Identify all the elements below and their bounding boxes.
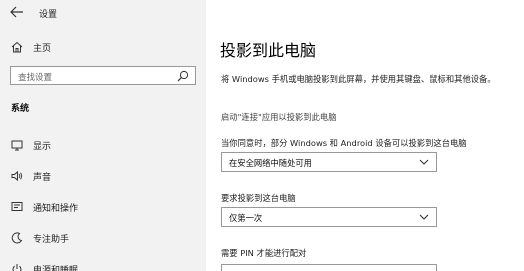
sound-icon xyxy=(11,170,23,182)
availability-dropdown[interactable]: 在安全网络中随处可用 xyxy=(221,152,437,172)
sidebar-item-notifications[interactable]: 通知和操作 xyxy=(0,196,206,218)
app-title: 设置 xyxy=(39,10,58,20)
ask-to-project-label: 要求投影到这台电脑 xyxy=(221,193,296,203)
nav-item-home-label: 主页 xyxy=(33,44,52,54)
sidebar-item-focus-assist[interactable]: 专注助手 xyxy=(0,227,206,249)
notification-icon xyxy=(11,202,23,211)
page-title: 投影到此电脑 xyxy=(220,41,317,60)
ask-to-project-value: 仅第一次 xyxy=(229,213,263,223)
sidebar-item-label: 显示 xyxy=(33,142,52,152)
page-description: 将 Windows 手机或电脑投影到此屏幕，并使用其键盘、鼠标和其他设备。 xyxy=(221,74,496,84)
chevron-down-icon xyxy=(419,214,429,220)
search-icon xyxy=(177,70,189,82)
require-pin-dropdown[interactable] xyxy=(221,264,437,271)
nav-item-home[interactable]: 主页 xyxy=(0,36,206,58)
launch-connect-text: 启动"连接"应用以投影到此电脑 xyxy=(221,112,337,122)
availability-value: 在安全网络中随处可用 xyxy=(229,158,312,168)
ask-to-project-dropdown[interactable]: 仅第一次 xyxy=(221,207,437,227)
home-icon xyxy=(11,41,23,53)
sidebar-item-sound[interactable]: 声音 xyxy=(0,165,206,187)
require-pin-label: 需要 PIN 才能进行配对 xyxy=(221,248,307,258)
back-arrow-icon[interactable] xyxy=(10,6,24,18)
settings-sidebar: 设置 主页 查找设置 系统 显示 声音 通知和操作 专注助手 电源和睡眠 xyxy=(0,0,206,271)
sidebar-item-label: 电源和睡眠 xyxy=(33,266,79,271)
focus-assist-icon xyxy=(11,232,23,244)
search-placeholder: 查找设置 xyxy=(18,73,53,83)
sidebar-item-label: 声音 xyxy=(33,173,52,183)
sidebar-item-display[interactable]: 显示 xyxy=(0,134,206,156)
search-input[interactable]: 查找设置 xyxy=(10,66,196,85)
section-heading: 系统 xyxy=(11,104,30,114)
sidebar-item-label: 通知和操作 xyxy=(33,204,79,214)
power-icon xyxy=(12,264,22,271)
availability-label: 当你同意时，部分 Windows 和 Android 设备可以投影到这台电脑 xyxy=(221,138,467,148)
chevron-down-icon xyxy=(419,159,429,165)
sidebar-item-label: 专注助手 xyxy=(33,235,70,245)
main-content: 投影到此电脑 将 Windows 手机或电脑投影到此屏幕，并使用其键盘、鼠标和其… xyxy=(206,0,524,271)
sidebar-item-power[interactable]: 电源和睡眠 xyxy=(0,258,206,271)
title-bar: 设置 xyxy=(0,0,206,26)
display-icon xyxy=(11,140,23,151)
